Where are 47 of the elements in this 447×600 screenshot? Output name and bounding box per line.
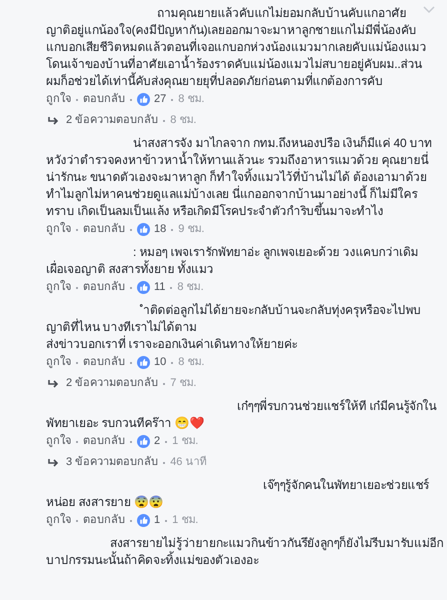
- reaction-count: 10: [154, 355, 166, 370]
- thumbs-up-icon: [137, 356, 150, 369]
- reply-arrow-icon: [48, 379, 59, 388]
- view-replies-link[interactable]: 3 ข้อความตอบกลับ: [66, 454, 158, 471]
- like-link[interactable]: ถูกใจ: [46, 512, 71, 529]
- comment-time: 8 ชม.: [178, 355, 204, 370]
- comment-time: 1 ชม.: [172, 513, 198, 528]
- reply-link[interactable]: ตอบกลับ: [83, 354, 125, 371]
- comment-text: ำติดต่อลูกไม่ได้ยายจะกลับบ้านจะกลับทุ่งครุหรือจะไปพบญาติที่ไหน บางทีเราไม่ได้ตาม ส่งข่าวบอกเราที่ เราจะออกเงินค่าเดินทางให้ยายค่ะ: [46, 302, 422, 353]
- comment-time: 8 ชม.: [177, 280, 204, 295]
- comment-time: 8 ชม.: [178, 92, 204, 107]
- reply-link[interactable]: ตอบกลับ: [83, 512, 125, 529]
- reaction-count: 18: [154, 222, 166, 237]
- reaction-count: 11: [154, 280, 166, 295]
- like-link[interactable]: ถูกใจ: [46, 221, 71, 238]
- like-link[interactable]: ถูกใจ: [46, 433, 71, 450]
- reply-link[interactable]: ตอบกลับ: [83, 91, 125, 108]
- reaction-count: 2: [154, 434, 160, 449]
- like-link[interactable]: ถูกใจ: [46, 354, 71, 371]
- comment-text: : หมอๆ เพจเรารักพัทยาอ่ะ ลูกเพจเยอะด้วย วงแคบกว่าเดิม เผื่อเจอญาติ สงสารทั้งยาย ทั้งแมว: [46, 244, 420, 278]
- reaction-count: 1: [154, 513, 160, 528]
- comment-time: 1 ชม.: [172, 434, 198, 449]
- reply-arrow-icon: [48, 458, 59, 467]
- comment-text: น่าสงสารจัง มาไกลจาก กทม.ถึงหนองปรือ เงินก็มีแค่ 40 บาท หวังว่าตำรวจคงหาข้าวหาน้ำให้ทานแล้วนะ รวมถึงอาหารแมวด้วย คุณยายนี่น่ารักนะ ขนาดตัวเองจะมาหาลูก ก็ทำใจทิ้งแมวไว้ที่บ้านไม่ได้ ต้องเอามาด้วย ทำไมลูกไม่หาคนช่วยดูแลแม่บ้างเลย นี่แกออกจากบ้านมาอย่างนี้ ก็ไม่มีใครทราบ เกิดเป็นลมเป็นแล้ง หรือเกิดมีโรคประจำตัวกำริบขึ้นมาจะทำไง: [46, 135, 433, 220]
- reply-time: 46 นาที: [170, 454, 206, 470]
- thumbs-up-icon: [137, 93, 150, 106]
- thumbs-up-icon: [137, 514, 150, 527]
- like-link[interactable]: ถูกใจ: [46, 279, 71, 296]
- reply-arrow-icon: [48, 116, 59, 125]
- chevron-down-icon[interactable]: [423, 6, 435, 14]
- thumbs-up-icon: [137, 281, 150, 294]
- reply-link[interactable]: ตอบกลับ: [83, 279, 125, 296]
- comment-time: 9 ชม.: [178, 222, 204, 237]
- view-replies-link[interactable]: 2 ข้อความตอบกลับ: [66, 112, 158, 129]
- comment-text: ถามคุณยายแล้วคับแกไม่ยอมกลับบ้านคับแกอาศัยญาติอยู่แกน้องใจ(คงมีปัญหากัน)เลยออกมาจะมาหาลูกชายแกไม่มีพี่น้องคับแกบอกเสียชีวิตหมดแล้วตอนที่เจอแกบอกห่วงน้องแมวมากเลยคับแม่น้องแมวโดนเจ้าของบ้านที่อาศัยเอาน้ำร้องราดคับแม่น้องแมวไม่สบายอยู่คับผม..ส่วนผมก็อช่วยได้เท่านี้คับส่งคุณยายยุที่ปลอดภัยก่อนตามที่แกต้องการคับ: [46, 5, 428, 90]
- comment-text: เจ๊ๆๆรู้จักคนในพัทยาเยอะช่วยแชร์หน่อย สงสารยาย 😨😨: [46, 477, 430, 511]
- reply-time: 7 ชม.: [170, 376, 196, 391]
- thumbs-up-icon: [137, 223, 150, 236]
- like-link[interactable]: ถูกใจ: [46, 91, 71, 108]
- comment-text: เก๋ๆๆพี่รบกวนช่วยแชร์ให้ที เก๋มีคนรู้จักในพัทยาเยอะ รบกวนทีคร๊าา 😁❤: [46, 398, 438, 432]
- view-replies-link[interactable]: 2 ข้อความตอบกลับ: [66, 375, 158, 392]
- thumbs-up-icon: [137, 435, 150, 448]
- comment-text: สงสารยายไม่รู้ว่ายายกะแมวกินข้าวกันรึยังลูกๆก็ยังไม่รีบมารับแม่อีกบาปกรรมนะนั้นถ้าคิดจะทิ้งแม่ของตัวเองอะ: [46, 535, 444, 569]
- reaction-count: 27: [154, 92, 166, 107]
- reply-link[interactable]: ตอบกลับ: [83, 221, 125, 238]
- reply-time: 8 ชม.: [170, 113, 196, 128]
- reply-link[interactable]: ตอบกลับ: [83, 433, 125, 450]
